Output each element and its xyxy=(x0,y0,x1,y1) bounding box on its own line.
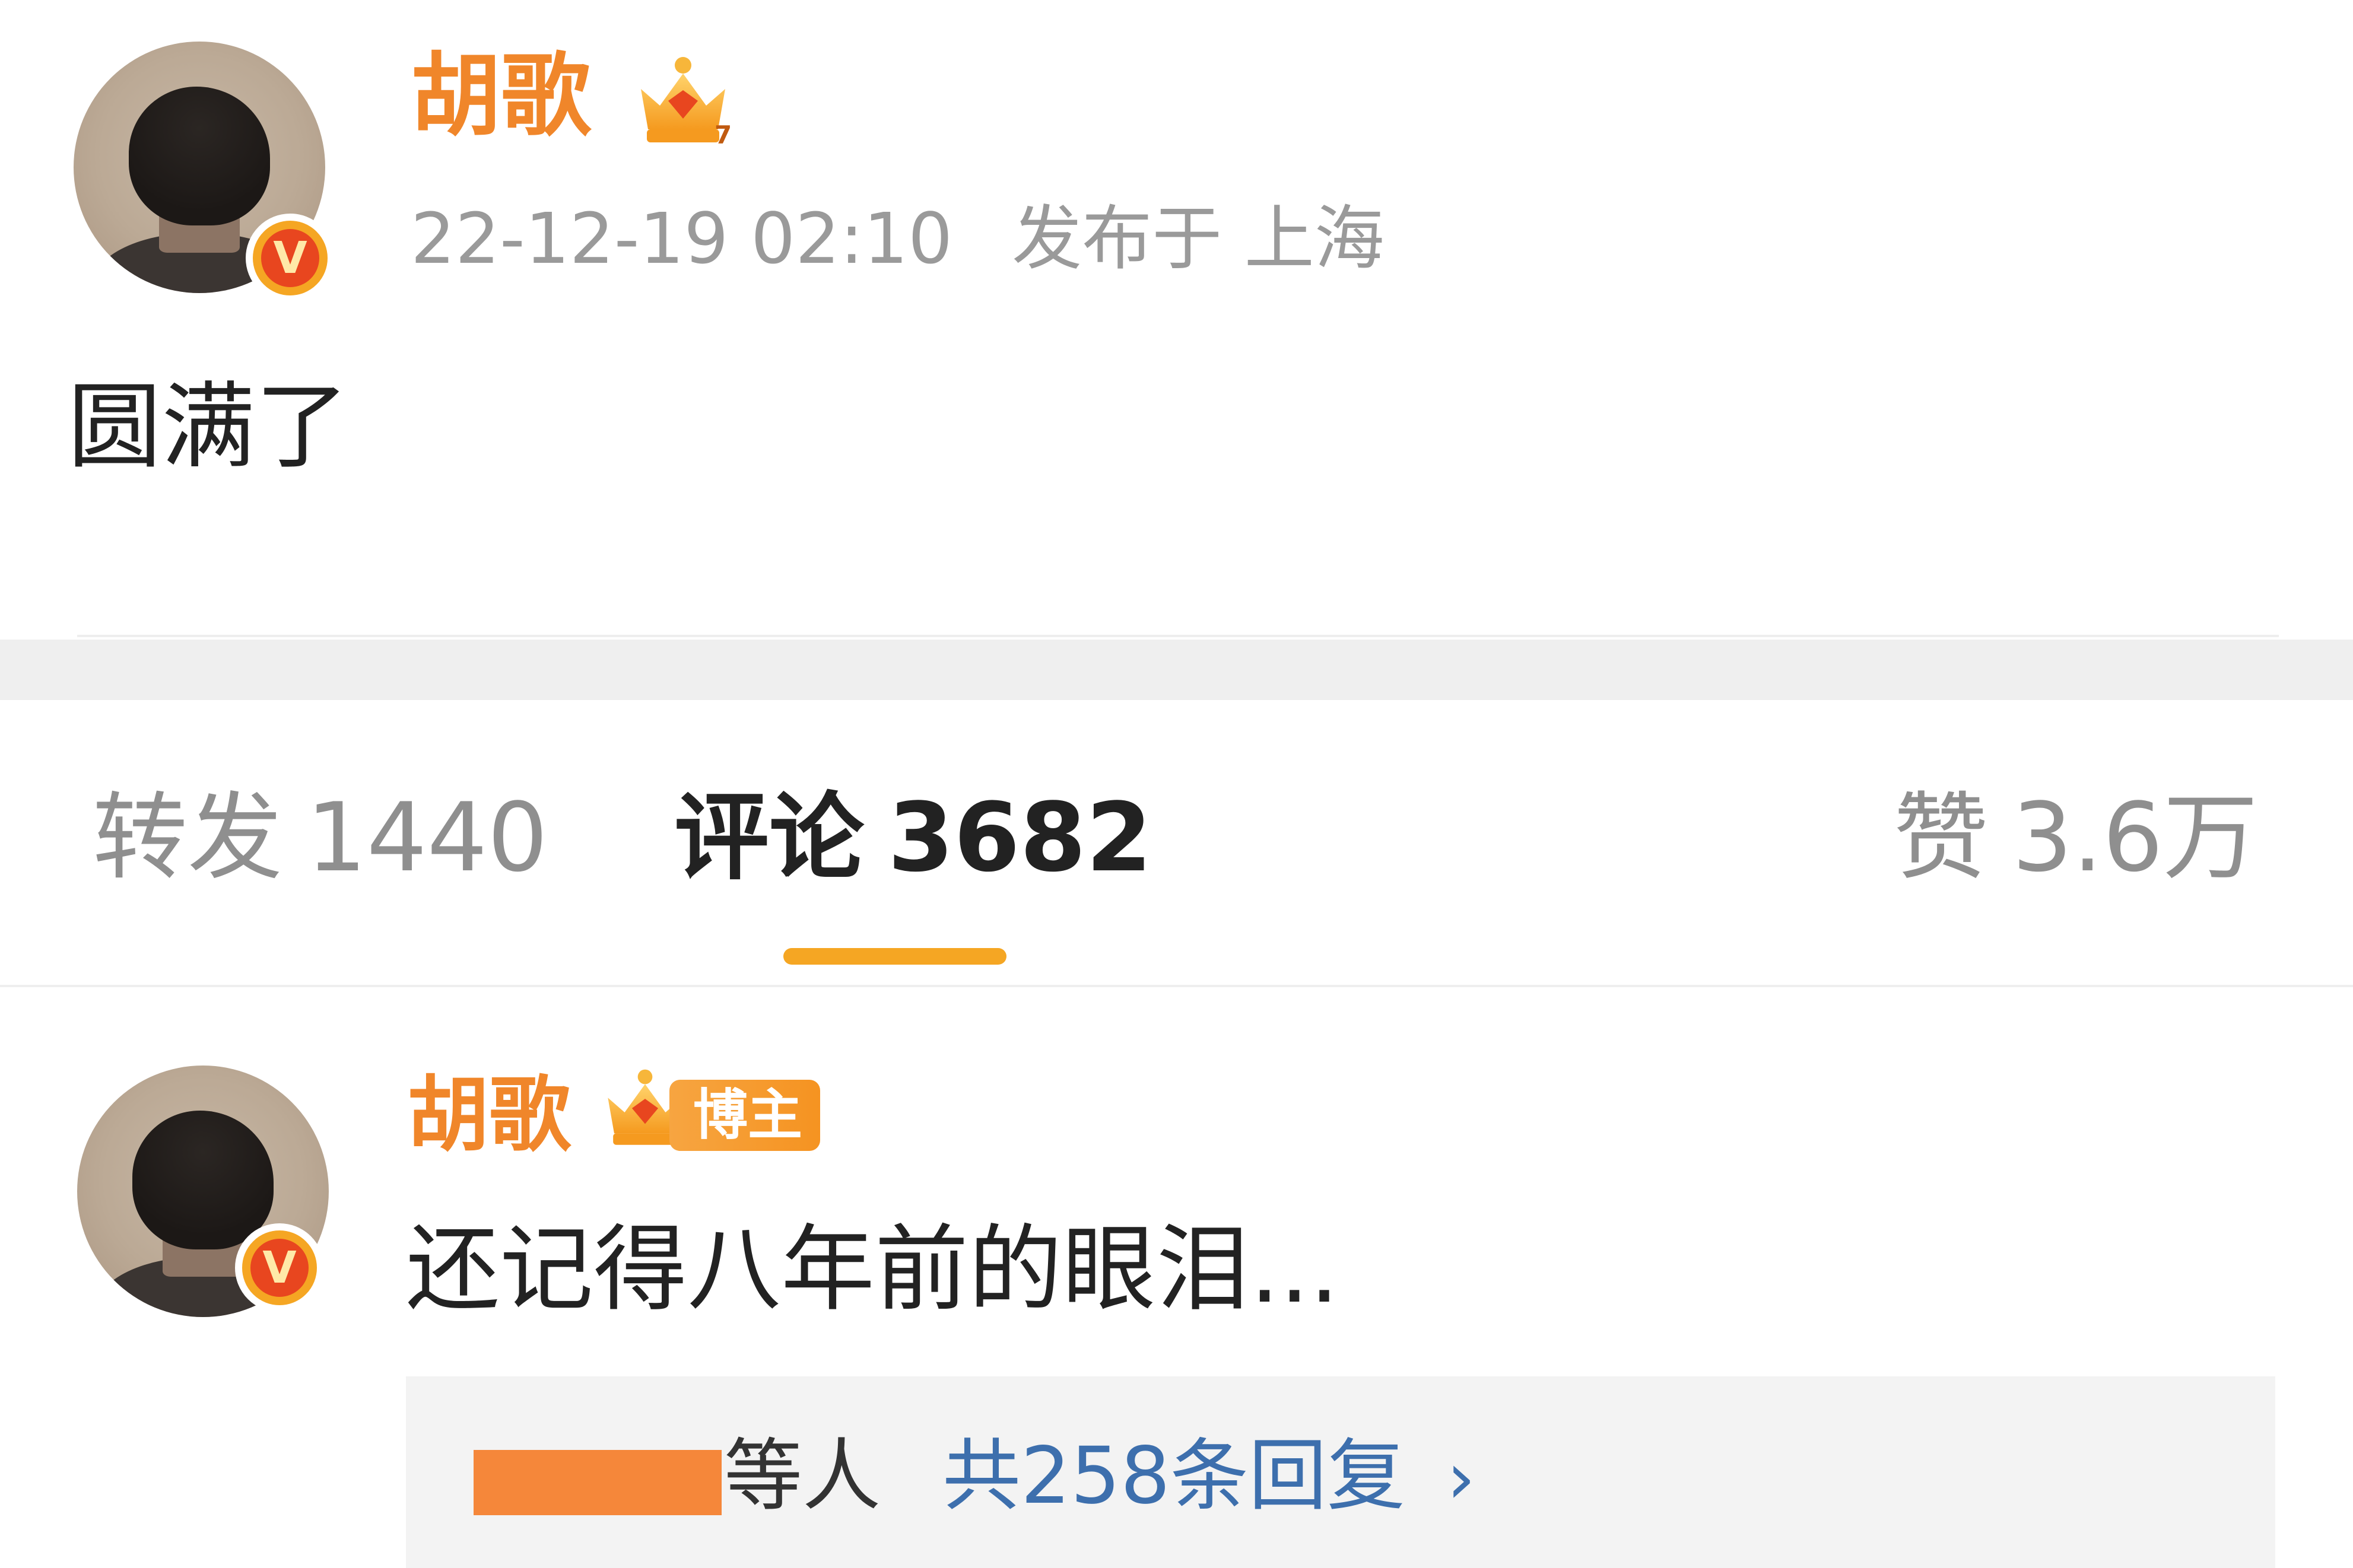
post-meta: 22-12-19 02:10 发布于 上海 xyxy=(411,198,1385,279)
section-separator xyxy=(0,640,2353,700)
redacted-usernames xyxy=(474,1450,722,1515)
post-text: 圆满了 xyxy=(68,373,349,482)
reply-others-label: 等人 xyxy=(724,1430,881,1522)
divider xyxy=(77,635,2279,637)
post-location: 发布于 上海 xyxy=(1012,198,1385,279)
crown-icon: 7 xyxy=(641,57,732,148)
tab-repost[interactable]: 转发 1440 xyxy=(93,785,548,890)
comment-author-name[interactable]: 胡歌 xyxy=(407,1070,571,1160)
svg-text:7: 7 xyxy=(715,120,732,148)
tab-comment-label: 评论 xyxy=(674,782,865,893)
tab-repost-count: 1440 xyxy=(306,782,548,893)
tab-repost-label: 转发 xyxy=(93,782,283,893)
tab-like[interactable]: 赞 3.6万 xyxy=(1894,785,2258,890)
comment-author-avatar[interactable]: V xyxy=(77,1066,329,1317)
post-timestamp: 22-12-19 02:10 xyxy=(411,198,953,279)
tab-like-count: 3.6万 xyxy=(2012,782,2258,893)
verified-v-icon: V xyxy=(246,214,335,303)
post-author-avatar[interactable]: V xyxy=(74,42,335,303)
tab-like-label: 赞 xyxy=(1893,782,1989,893)
divider xyxy=(0,985,2353,987)
tab-comment[interactable]: 评论 3682 xyxy=(674,785,1152,890)
tab-comment-count: 3682 xyxy=(888,782,1152,893)
chevron-right-icon: › xyxy=(1446,1437,1475,1520)
author-badge: 博主 xyxy=(669,1080,821,1151)
verified-v-icon: V xyxy=(235,1223,324,1312)
view-replies-link[interactable]: 共258条回复 › xyxy=(942,1433,1475,1519)
active-tab-indicator xyxy=(783,948,1006,965)
post-author-name[interactable]: 胡歌 xyxy=(411,46,591,145)
comment-text: 还记得八年前的眼泪... xyxy=(406,1215,1339,1324)
reply-count-label: 共258条回复 xyxy=(942,1430,1405,1522)
reply-summary[interactable]: 等人 共258条回复 › xyxy=(406,1376,2275,1568)
